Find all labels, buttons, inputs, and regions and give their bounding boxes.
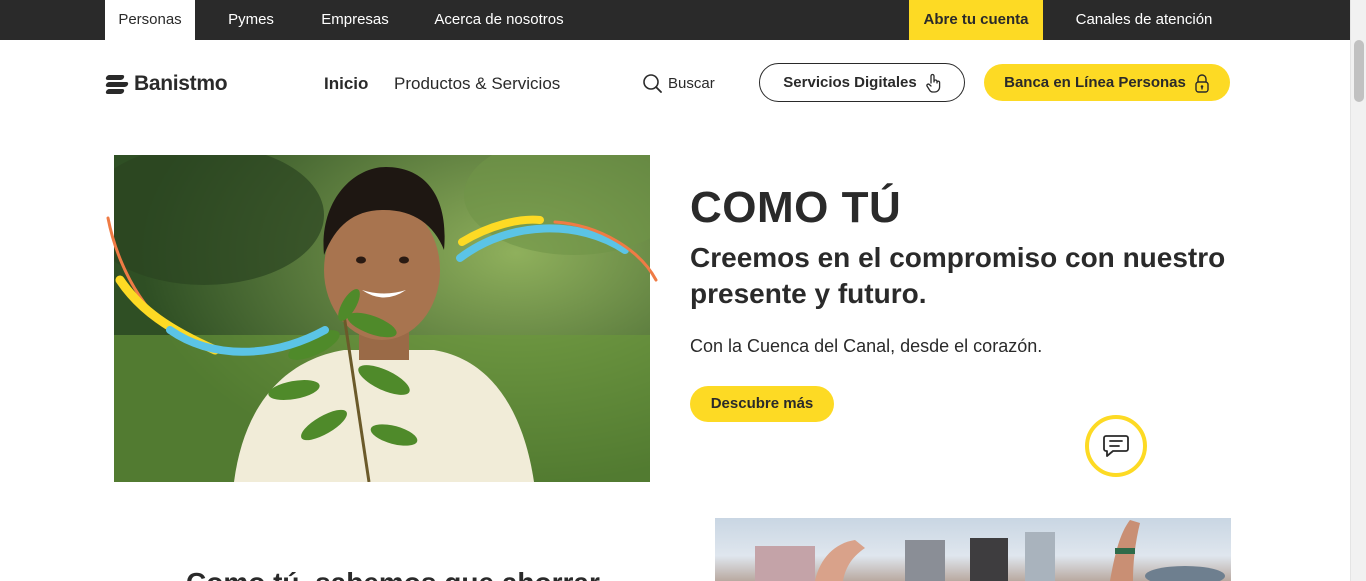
online-banking-label: Banca en Línea Personas (1004, 74, 1186, 91)
open-account-button[interactable]: Abre tu cuenta (909, 0, 1043, 40)
section-title: Como tú, sabemos que ahorrar (186, 567, 600, 581)
tab-pymes[interactable]: Pymes (212, 0, 290, 40)
hero-title: COMO TÚ (690, 183, 902, 232)
section-photo-illustration (755, 520, 1225, 581)
online-banking-button[interactable]: Banca en Línea Personas (984, 64, 1230, 101)
hero-photo-illustration (114, 155, 650, 482)
banistmo-logo[interactable]: Banistmo (105, 70, 228, 98)
search-icon (643, 74, 662, 93)
tab-empresas[interactable]: Empresas (308, 0, 402, 40)
scrollbar-thumb[interactable] (1354, 40, 1364, 102)
logo-text: Banistmo (134, 72, 228, 95)
discover-more-button[interactable]: Descubre más (690, 386, 834, 422)
lock-icon (1195, 73, 1209, 93)
chat-button[interactable] (1085, 415, 1147, 477)
tab-personas[interactable]: Personas (105, 0, 195, 40)
page-scrollbar[interactable] (1350, 0, 1366, 581)
hero-subtitle: Creemos en el compromiso con nuestro pre… (690, 242, 1226, 309)
digital-services-button[interactable]: Servicios Digitales (759, 63, 965, 102)
chat-icon (1103, 435, 1129, 457)
section-image (715, 518, 1231, 581)
top-utility-bar: Personas Pymes Empresas Acerca de nosotr… (0, 0, 1350, 40)
banistmo-logo-icon (105, 73, 129, 95)
hero-description: Con la Cuenca del Canal, desde el corazó… (690, 336, 1043, 356)
search-button[interactable]: Buscar (642, 72, 715, 94)
digital-services-label: Servicios Digitales (783, 74, 917, 91)
search-label: Buscar (668, 74, 715, 92)
nav-productos-servicios[interactable]: Productos & Servicios (394, 74, 560, 94)
hero-image (114, 155, 650, 482)
nav-inicio[interactable]: Inicio (324, 74, 368, 94)
channels-link[interactable]: Canales de atención (1063, 0, 1225, 40)
touch-icon (926, 73, 940, 93)
tab-acerca-de-nosotros[interactable]: Acerca de nosotros (420, 0, 578, 40)
